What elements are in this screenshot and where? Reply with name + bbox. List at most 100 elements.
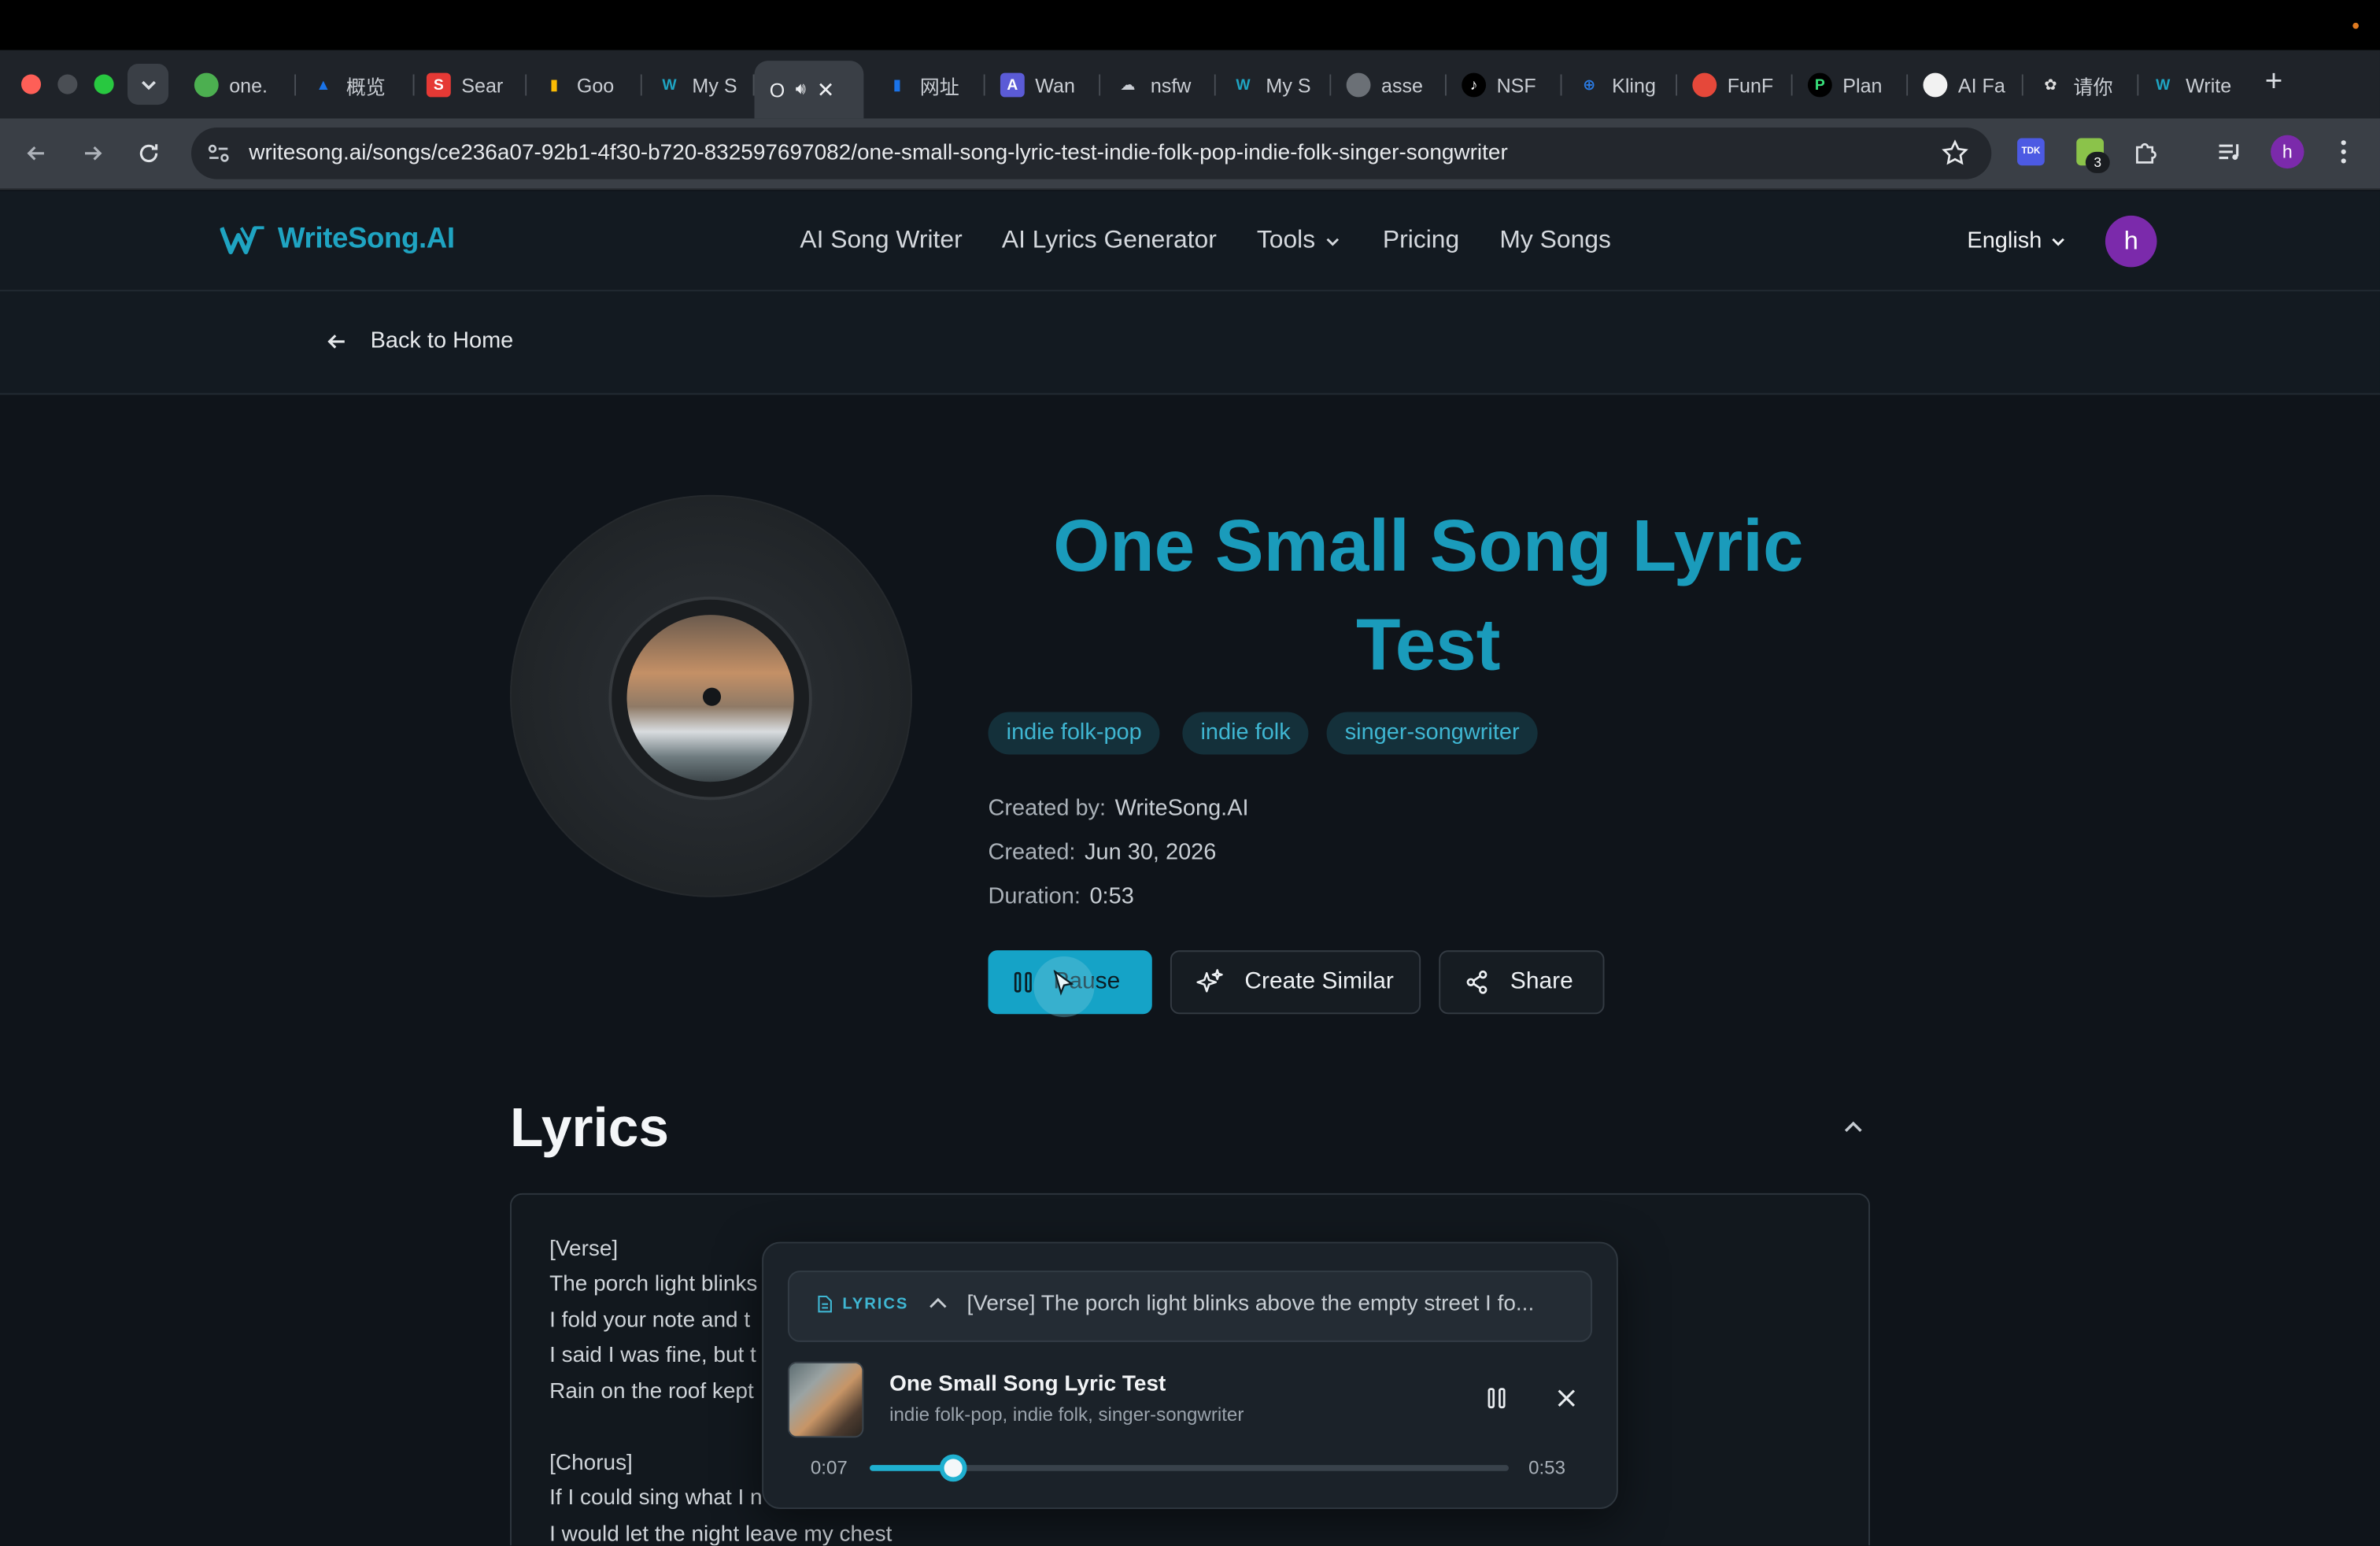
lyric-line: Rain on the roof kept bbox=[549, 1380, 754, 1404]
arrow-left-icon bbox=[327, 334, 345, 348]
share-button[interactable]: Share bbox=[1439, 950, 1605, 1015]
nav-ai-song-writer[interactable]: AI Song Writer bbox=[800, 226, 962, 255]
kebab-menu-icon bbox=[2341, 140, 2346, 164]
current-time: 0:07 bbox=[810, 1457, 848, 1479]
language-selector[interactable]: English bbox=[1967, 227, 2066, 253]
browser-tab[interactable]: ☁ nsfw bbox=[1103, 64, 1216, 106]
reload-icon bbox=[139, 144, 158, 163]
lyrics-toggle[interactable]: LYRICS bbox=[817, 1295, 948, 1313]
browser-tab[interactable]: ▲ 概览 bbox=[299, 64, 415, 106]
pause-icon bbox=[1014, 971, 1032, 993]
collapse-lyrics-chevron-up-icon[interactable] bbox=[1839, 1115, 1867, 1142]
player-song-title: One Small Song Lyric Test bbox=[889, 1372, 1166, 1397]
speaker-icon[interactable]: 🔊︎ bbox=[796, 80, 806, 99]
nav-pricing[interactable]: Pricing bbox=[1383, 226, 1459, 255]
tab-favicon-icon: ♪ bbox=[1462, 72, 1487, 98]
browser-tab[interactable]: ▮ Goo bbox=[530, 64, 642, 106]
browser-tab[interactable]: A Wan bbox=[988, 64, 1101, 106]
tab-favicon-icon: W bbox=[1236, 76, 1251, 94]
back-button[interactable] bbox=[17, 135, 56, 172]
tab-favicon-icon: ☁ bbox=[1120, 76, 1136, 94]
extensions-button[interactable] bbox=[2130, 135, 2163, 168]
extension-badge: 3 bbox=[2085, 151, 2110, 173]
chevron-down-icon bbox=[141, 80, 155, 90]
nav-my-songs[interactable]: My Songs bbox=[1499, 226, 1611, 255]
profile-avatar[interactable]: h bbox=[2271, 135, 2304, 169]
browser-tab[interactable]: AI Fa bbox=[1911, 64, 2023, 106]
browser-tab-active[interactable]: O 🔊︎ ✕ bbox=[754, 61, 864, 119]
browser-window: one. ▲ 概览 S Sear ▮ Goo W My S O 🔊︎ ✕ ▮ 网址 A Wa… bbox=[0, 0, 2380, 1546]
browser-tab[interactable]: ♪ NSF bbox=[1450, 64, 1562, 106]
browser-tab[interactable]: W My S bbox=[1219, 64, 1332, 106]
site-info-icon[interactable] bbox=[206, 141, 231, 165]
tdk-extension-icon[interactable]: TDK bbox=[2017, 138, 2045, 166]
created-date-row: Created: Jun 30, 2026 bbox=[988, 839, 1217, 866]
chevron-down-icon bbox=[2052, 237, 2065, 246]
lyric-line: If I could sing what I n bbox=[549, 1486, 763, 1511]
browser-tab[interactable]: ▮ 网址 bbox=[873, 64, 985, 106]
reload-button[interactable] bbox=[129, 135, 168, 172]
share-icon bbox=[1466, 970, 1488, 994]
browser-tab[interactable]: W Write bbox=[2138, 64, 2251, 106]
nav-tools[interactable]: Tools bbox=[1257, 226, 1340, 255]
browser-tab[interactable]: ✿ 请你 bbox=[2027, 64, 2139, 106]
sparkles-icon bbox=[1196, 969, 1223, 993]
player-pause-button[interactable] bbox=[1481, 1383, 1512, 1414]
total-time: 0:53 bbox=[1528, 1457, 1566, 1479]
chevron-up-icon bbox=[929, 1297, 946, 1308]
lyric-line: The porch light blinks bbox=[549, 1272, 758, 1296]
browser-tab[interactable]: W My S bbox=[645, 64, 755, 106]
browser-tab[interactable]: one. bbox=[182, 64, 297, 106]
browser-tab[interactable]: S Sear bbox=[414, 64, 527, 106]
mouse-cursor-icon bbox=[1053, 970, 1074, 996]
address-bar[interactable]: writesong.ai/songs/ce236a07-92b1-4f30-b7… bbox=[190, 127, 1992, 179]
progress-handle[interactable] bbox=[939, 1454, 966, 1482]
tab-favicon-icon: ▮ bbox=[549, 76, 559, 94]
duration-row: Duration: 0:53 bbox=[988, 883, 1134, 910]
url-text[interactable]: writesong.ai/songs/ce236a07-92b1-4f30-b7… bbox=[249, 141, 1508, 165]
back-to-home-link[interactable]: Back to Home bbox=[325, 328, 513, 353]
tab-favicon-icon: A bbox=[1000, 72, 1025, 98]
maximize-window-button[interactable] bbox=[94, 74, 114, 94]
tab-favicon-icon: P bbox=[1807, 72, 1832, 98]
site-logo[interactable]: WriteSong.AI bbox=[220, 223, 455, 256]
tab-favicon-icon: ✿ bbox=[2044, 76, 2057, 94]
puzzle-icon bbox=[2136, 142, 2156, 164]
recording-indicator bbox=[2352, 22, 2359, 29]
arrow-right-icon bbox=[84, 146, 102, 161]
genre-tag[interactable]: singer-songwriter bbox=[1326, 712, 1538, 755]
genre-tag[interactable]: indie folk bbox=[1182, 712, 1309, 755]
user-avatar[interactable]: h bbox=[2105, 215, 2157, 268]
lyric-line: I fold your note and t bbox=[549, 1308, 751, 1333]
browser-tab[interactable]: P Plan bbox=[1795, 64, 1909, 106]
tab-favicon-icon: ▲ bbox=[316, 76, 331, 94]
tab-favicon-icon: S bbox=[426, 72, 451, 98]
arrow-left-icon bbox=[27, 146, 44, 161]
lyrics-preview-text: [Verse] The porch light blinks above the… bbox=[966, 1292, 1535, 1317]
browser-tab[interactable]: asse bbox=[1334, 64, 1447, 106]
minimize-window-button[interactable] bbox=[57, 74, 78, 94]
chevron-down-icon bbox=[1325, 237, 1339, 246]
new-tab-button[interactable]: + bbox=[2259, 67, 2289, 98]
tab-search-button[interactable] bbox=[127, 63, 169, 105]
close-window-button[interactable] bbox=[20, 74, 42, 94]
media-control-button[interactable] bbox=[2213, 135, 2246, 168]
close-tab-icon[interactable]: ✕ bbox=[817, 76, 835, 102]
bookmark-star-icon[interactable] bbox=[1940, 138, 1971, 168]
browser-tab[interactable]: ⊕ Kling bbox=[1565, 64, 1678, 106]
lyric-line: [Chorus] bbox=[549, 1451, 633, 1476]
writesong-logo-icon bbox=[220, 226, 264, 255]
genre-tag[interactable]: indie folk-pop bbox=[988, 712, 1160, 755]
tab-favicon-icon: ▮ bbox=[893, 76, 902, 94]
lyric-line: I would let the night leave my chest bbox=[549, 1522, 893, 1546]
player-song-tags: indie folk-pop, indie folk, singer-songw… bbox=[889, 1404, 1244, 1426]
create-similar-button[interactable]: Create Similar bbox=[1170, 950, 1421, 1015]
browser-tab[interactable]: FunF bbox=[1680, 64, 1793, 106]
forward-button[interactable] bbox=[73, 135, 113, 172]
nav-ai-lyrics-generator[interactable]: AI Lyrics Generator bbox=[1002, 226, 1217, 255]
playlist-icon bbox=[2219, 144, 2239, 161]
browser-menu-button[interactable] bbox=[2326, 135, 2360, 168]
player-close-button[interactable] bbox=[1551, 1383, 1582, 1414]
lyrics-heading: Lyrics bbox=[509, 1096, 669, 1159]
tab-favicon-icon bbox=[1346, 72, 1371, 98]
